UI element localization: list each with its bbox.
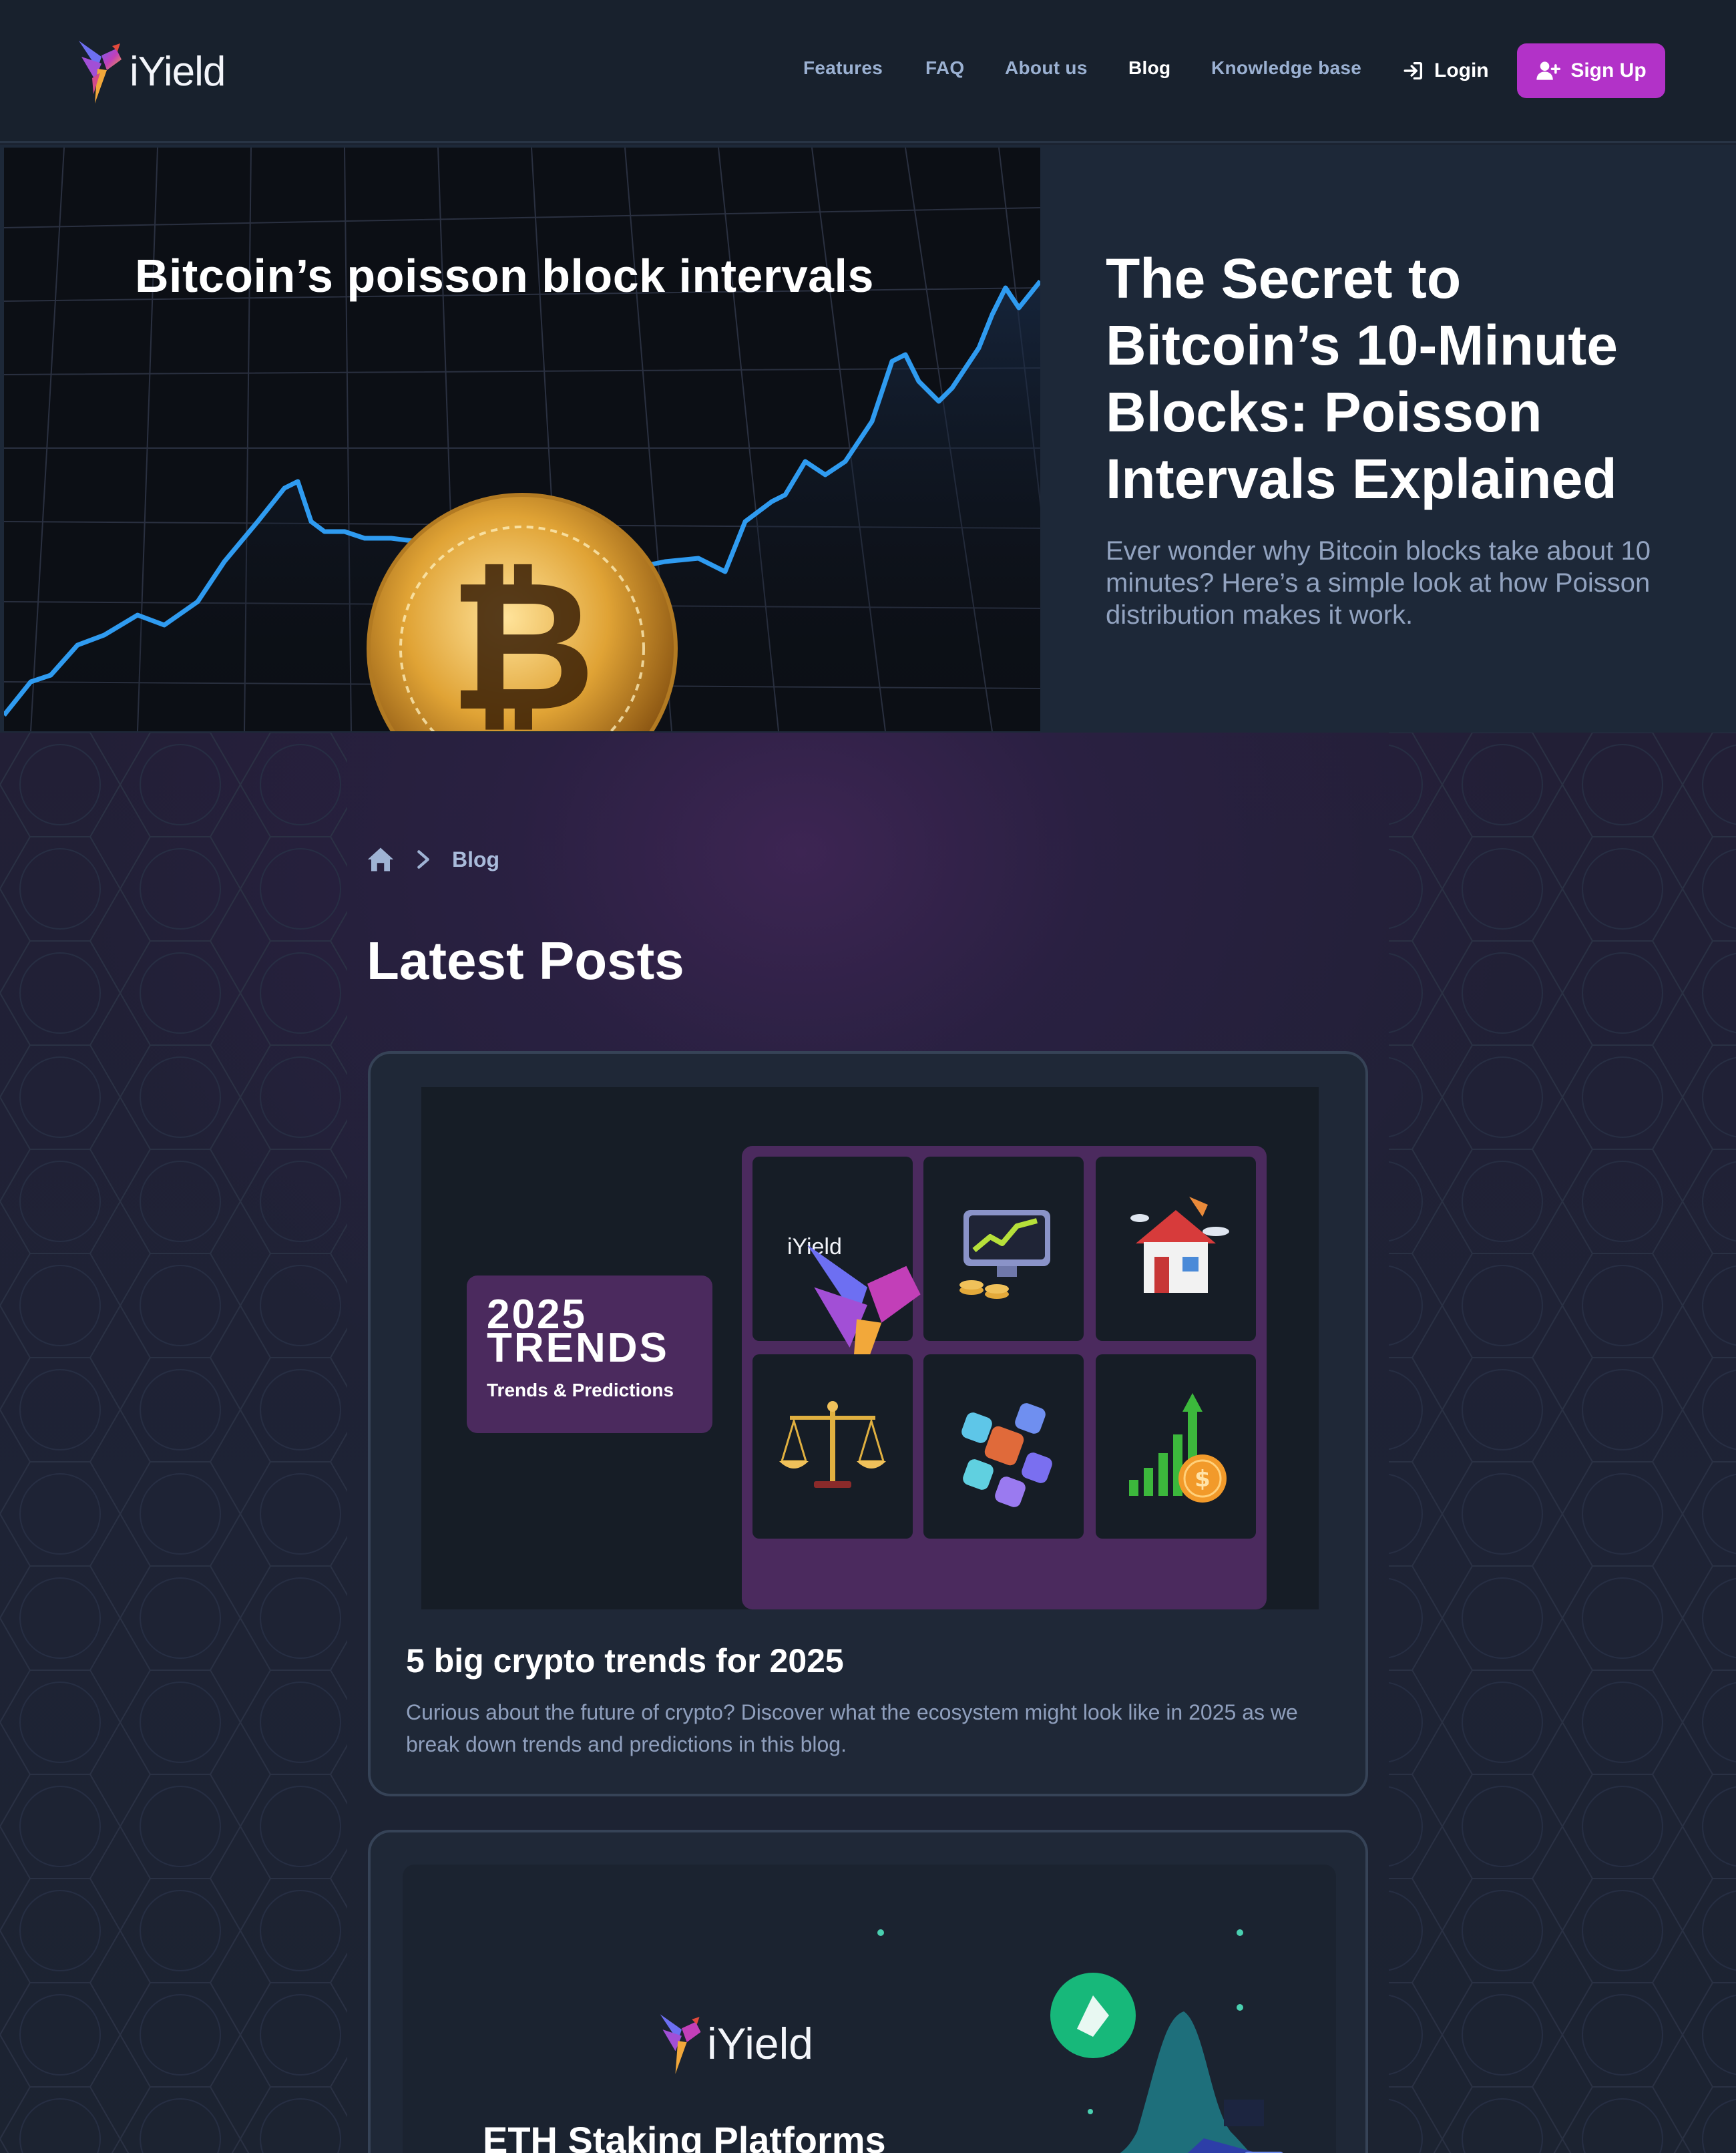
user-plus-icon [1536, 61, 1561, 80]
post-card[interactable]: iYield ETH Staking Platforms [368, 1830, 1368, 2153]
trends-heading: TRENDS [487, 1325, 669, 1371]
breadcrumb-current: Blog [452, 847, 500, 871]
login-icon [1403, 61, 1423, 80]
brand-logo[interactable]: iYield [75, 35, 226, 108]
monitor-chart-icon [959, 1210, 1050, 1299]
login-label: Login [1434, 59, 1489, 81]
scales-icon [779, 1401, 886, 1488]
blockchain-icon [961, 1403, 1052, 1507]
post-card-description: Curious about the future of crypto? Disc… [406, 1700, 1298, 1756]
growth-chart-icon: $ [1129, 1393, 1227, 1503]
featured-post-summary: Ever wonder why Bitcoin blocks take abou… [1106, 536, 1651, 630]
svg-text:₿: ₿ [449, 541, 596, 731]
breadcrumb: Blog [367, 845, 499, 874]
home-icon[interactable] [367, 846, 395, 873]
signup-button[interactable]: Sign Up [1517, 43, 1665, 98]
trends-icon-grid: iYield $ [742, 1146, 1267, 1609]
featured-image-caption: Bitcoin’s poisson block intervals [135, 250, 874, 302]
grid-tile-growth: $ [1096, 1354, 1256, 1539]
blog-main: Blog Latest Posts 2025 TRENDS Trends & P… [0, 733, 1736, 2153]
grid-tile-logo: iYield [752, 1157, 921, 1412]
signup-label: Sign Up [1570, 59, 1647, 81]
grid-tile-monitor [923, 1157, 1084, 1341]
featured-post-image[interactable]: ₿ Bitcoin’s poisson block intervals [4, 148, 1040, 731]
logo-bird-icon [660, 2014, 701, 2074]
house-icon [1130, 1197, 1229, 1293]
mini-logo: iYield [787, 1234, 921, 1412]
svg-text:$: $ [1195, 1466, 1211, 1493]
grid-tile-house [1096, 1157, 1256, 1341]
grid-tile-blockchain [923, 1354, 1084, 1539]
post-card-image[interactable]: 2025 TRENDS Trends & Predictions iYield [421, 1087, 1319, 1609]
featured-post[interactable]: ₿ Bitcoin’s poisson block intervals The … [0, 145, 1736, 733]
featured-post-title[interactable]: The Secret to Bitcoin’s 10-Minute Blocks… [1106, 245, 1680, 512]
logo-bird-icon [79, 41, 122, 104]
brand-name: iYield [130, 48, 226, 95]
trends-label-box: 2025 TRENDS Trends & Predictions [467, 1276, 712, 1433]
chevron-right-icon [417, 850, 429, 869]
nav-link-faq[interactable]: FAQ [925, 57, 964, 79]
card-logo: iYield [656, 2010, 813, 2077]
latest-posts-heading: Latest Posts [367, 931, 684, 990]
nav-link-about-us[interactable]: About us [1005, 57, 1088, 79]
trends-subheading: Trends & Predictions [487, 1380, 674, 1400]
post-card-title[interactable]: 5 big crypto trends for 2025 [406, 1641, 844, 1680]
post-card[interactable]: 2025 TRENDS Trends & Predictions iYield [368, 1051, 1368, 1796]
card-logo-text: iYield [707, 2019, 813, 2068]
nav-link-blog[interactable]: Blog [1128, 57, 1170, 79]
eth-staking-illustration [877, 1929, 1283, 2153]
nav-link-features[interactable]: Features [803, 57, 883, 79]
login-button[interactable]: Login [1402, 57, 1489, 84]
nav-link-knowledge-base[interactable]: Knowledge base [1211, 57, 1361, 79]
top-navbar: iYield Features FAQ About us Blog Knowle… [0, 0, 1736, 143]
bitcoin-chart-illustration: ₿ [4, 148, 1040, 731]
post-card-image[interactable]: iYield ETH Staking Platforms [403, 1865, 1336, 2153]
grid-tile-scales [752, 1354, 913, 1539]
card-image-title: ETH Staking Platforms [483, 2119, 886, 2153]
